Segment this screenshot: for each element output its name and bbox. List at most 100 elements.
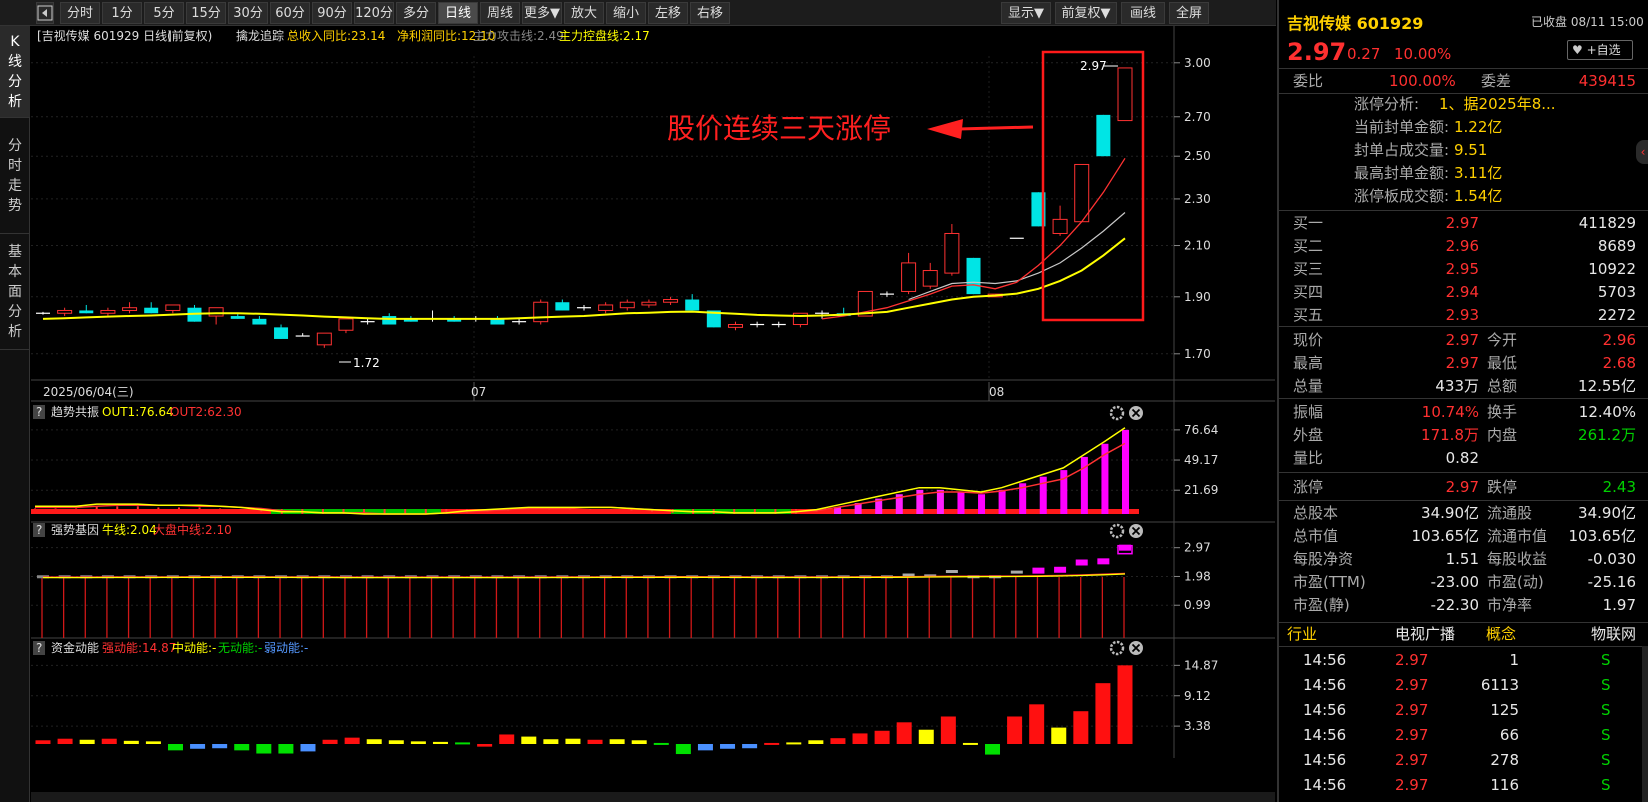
toolbar-right-button-1[interactable]: 前复权▼ — [1055, 2, 1117, 24]
panel3-header: ? 强势基因 牛线:2.04 大盘中线:2.10 — [33, 522, 232, 537]
limit-analysis-value: 1.54亿 — [1454, 187, 1503, 205]
candle-body-up — [165, 304, 181, 311]
candle-body-up — [57, 309, 73, 314]
attack-line-value: 主力攻击线:2.49 — [473, 29, 564, 43]
tick-trade-row: 14:56 2.97 1 S — [1279, 648, 1648, 673]
bid-row[interactable]: 买三 2.95 10922 — [1279, 258, 1648, 281]
add-watchlist-label: +自选 — [1586, 43, 1621, 57]
stat-value: 171.8万 — [1421, 426, 1479, 444]
period-button-6[interactable]: 90分 — [312, 2, 352, 24]
panel3-help-glyph: ? — [36, 523, 42, 537]
tab-char: 本 — [8, 263, 22, 280]
panel4-bar — [101, 738, 117, 744]
bid-row[interactable]: 买五 2.93 2272 — [1279, 304, 1648, 327]
tick-volume: 125 — [1490, 701, 1519, 719]
candle-body-down — [966, 257, 981, 295]
kline-chart-area[interactable]: [吉视传媒 601929 日线] (前复权) 擒龙追踪 总收入同比:23.14 … — [31, 26, 1275, 802]
candle-body-up — [598, 304, 614, 311]
period-button-12[interactable]: 放大 — [564, 2, 604, 24]
period-button-5[interactable]: 60分 — [270, 2, 310, 24]
panel4-bar — [521, 736, 537, 744]
panel2-header: ? 趋势共振 OUT1:76.64 OUT2:62.30 — [33, 405, 242, 419]
panel4-bar — [388, 740, 404, 744]
stat-label: 总量 — [1293, 377, 1324, 395]
stat-label: 今开 — [1487, 331, 1518, 349]
tab-char: K — [10, 33, 20, 50]
toolbar-right-button-3[interactable]: 全屏 — [1169, 2, 1209, 24]
panel2-name: 趋势共振 — [51, 405, 99, 419]
limit-analysis-label: 涨停板成交额: — [1354, 187, 1450, 205]
period-button-15[interactable]: 右移 — [690, 2, 730, 24]
bid-volume: 5703 — [1597, 283, 1636, 301]
concept-label: 概念 — [1486, 625, 1517, 643]
concept-value[interactable]: 物联网 — [1591, 622, 1636, 646]
period-button-10[interactable]: 周线 — [480, 2, 520, 24]
tick-time: 14:56 — [1303, 726, 1347, 744]
period-button-0[interactable]: 分时 — [60, 2, 100, 24]
stat-label: 总额 — [1487, 377, 1518, 395]
tick-volume: 278 — [1490, 751, 1519, 769]
tab-char: 析 — [8, 93, 22, 110]
market-status: 已收盘 08/11 15:00 — [1531, 15, 1644, 29]
period-button-7[interactable]: 120分 — [354, 2, 394, 24]
bid-row[interactable]: 买二 2.96 8689 — [1279, 235, 1648, 258]
toolbar-right-button-2[interactable]: 画线 — [1121, 2, 1165, 24]
period-button-14[interactable]: 左移 — [648, 2, 688, 24]
tab-intraday-trend[interactable]: 分时走势 — [0, 118, 30, 234]
panel3-box — [1054, 566, 1067, 573]
add-watchlist-button[interactable]: ♥ +自选 — [1567, 40, 1633, 60]
tick-time: 14:56 — [1303, 751, 1347, 769]
industry-concept-row: 行业 电视广播 概念 物联网 — [1279, 622, 1648, 646]
candle-body-down — [252, 318, 267, 325]
tick-volume: 1 — [1509, 651, 1519, 669]
period-button-3[interactable]: 15分 — [186, 2, 226, 24]
period-button-11[interactable]: 更多▼ — [522, 2, 562, 24]
bid-volume: 2272 — [1597, 306, 1636, 324]
tab-fundamental-analysis[interactable]: 基本面分析 — [0, 234, 30, 350]
stat-label: 外盘 — [1293, 426, 1324, 444]
panel3-bull: 牛线:2.04 — [102, 522, 157, 537]
limit-analysis-row: 最高封单金额: 3.11亿 — [1279, 162, 1648, 185]
stat-value: 12.55亿 — [1578, 377, 1636, 395]
panel4-bar — [631, 740, 647, 744]
panel4-bar — [455, 742, 471, 745]
panel4-bar — [653, 742, 669, 745]
tick-side: S — [1601, 701, 1611, 719]
limit-analysis-row: 封单占成交量: 9.51 — [1279, 139, 1648, 162]
candle-body-up — [901, 262, 917, 292]
industry-value[interactable]: 电视广播 — [1395, 622, 1455, 646]
period-button-13[interactable]: 缩小 — [606, 2, 646, 24]
period-button-9[interactable]: 日线 — [438, 2, 478, 24]
separator — [1279, 500, 1648, 501]
panel4-bar — [742, 744, 758, 749]
collapse-left-icon[interactable] — [36, 2, 54, 24]
stat-label: 市盈(动) — [1487, 573, 1544, 591]
panel4-bar — [1051, 727, 1067, 744]
panel3-tick-label: 2.97 — [1184, 541, 1211, 555]
tick-scrollbar[interactable] — [1642, 646, 1648, 802]
stat-row: 市盈(静) -22.30 市净率 1.97 — [1279, 594, 1648, 617]
bid-row[interactable]: 买一 2.97 411829 — [1279, 212, 1648, 235]
tick-side: S — [1601, 726, 1611, 744]
stat-row: 最高 2.97 最低 2.68 — [1279, 352, 1648, 375]
bid-row[interactable]: 买四 2.94 5703 — [1279, 281, 1648, 304]
collapse-left-icon-glyph — [37, 5, 53, 21]
tab-kline-analysis[interactable]: K线分析 — [0, 26, 30, 118]
tick-side: S — [1601, 651, 1611, 669]
tab-char: 分 — [8, 303, 22, 320]
panel4-mid: 中动能:- — [172, 640, 216, 655]
toolbar-right-button-0[interactable]: 显示▼ — [1001, 2, 1051, 24]
separator — [1279, 326, 1648, 327]
panel2-tick-label: 21.69 — [1184, 483, 1218, 497]
bid-label: 买三 — [1293, 260, 1324, 278]
period-button-2[interactable]: 5分 — [144, 2, 184, 24]
stat-label: 最低 — [1487, 354, 1518, 372]
limit-analysis-label: 最高封单金额: — [1354, 164, 1450, 182]
period-button-1[interactable]: 1分 — [102, 2, 142, 24]
period-button-8[interactable]: 多分钟 — [396, 2, 436, 43]
tab-char: 面 — [8, 283, 22, 300]
period-button-4[interactable]: 30分 — [228, 2, 268, 24]
candle-body-up — [338, 318, 354, 331]
panel4-bar — [874, 730, 890, 744]
stat-value: 2.97 — [1445, 331, 1479, 349]
